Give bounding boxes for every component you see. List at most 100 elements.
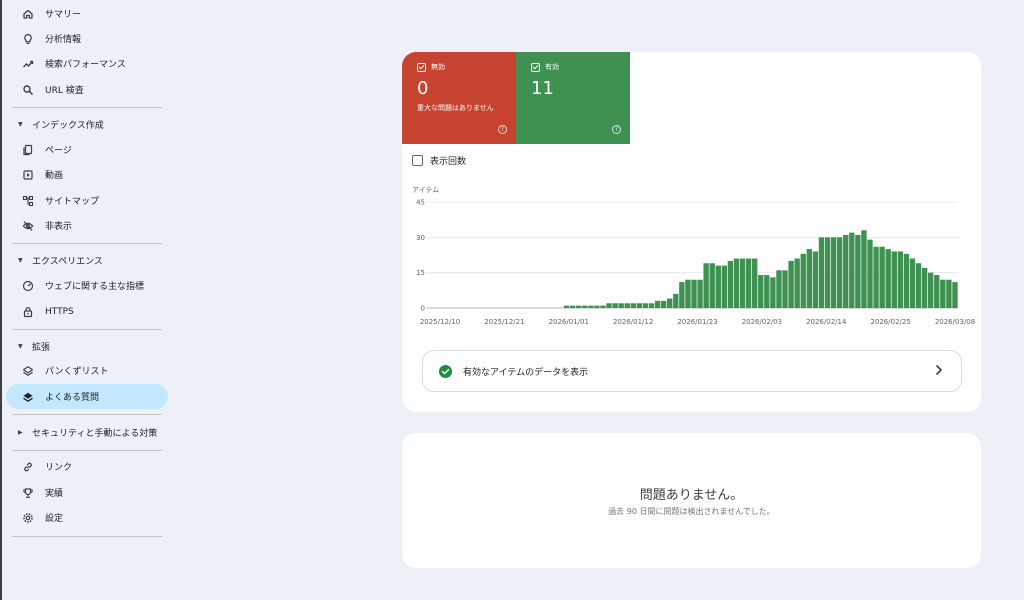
bar [952, 282, 958, 308]
layers-icon [22, 391, 34, 403]
valid-count: 11 [531, 78, 554, 99]
invalid-count: 0 [417, 78, 429, 99]
chevron-right-icon [936, 365, 942, 375]
invalid-label: 無効 [431, 63, 445, 71]
sidebar-item[interactable]: 検索パフォーマンス [6, 51, 168, 76]
bar [733, 258, 740, 308]
sidebar-item[interactable]: ページ [6, 137, 168, 162]
impressions-toggle[interactable]: 表示回数 [412, 154, 466, 167]
bar [606, 303, 612, 308]
bar [818, 237, 825, 308]
bar [903, 253, 910, 308]
sidebar-item[interactable]: サマリー [6, 1, 168, 26]
bar [879, 246, 885, 308]
bar [588, 305, 594, 308]
bar [648, 303, 655, 308]
bar [636, 303, 643, 308]
sidebar-item-label: 非表示 [45, 222, 73, 232]
checkbox-unchecked-icon[interactable] [412, 155, 423, 166]
bar [642, 303, 649, 308]
sidebar-item[interactable]: 設定 [6, 505, 168, 530]
x-tick-label: 2025/12/10 [420, 318, 460, 326]
bar [897, 251, 904, 308]
bar [843, 234, 849, 308]
bar [721, 265, 728, 308]
sidebar-item[interactable]: パンくずリスト [6, 358, 168, 383]
sidebar-section-header[interactable]: ▼ エクスペリエンス [6, 249, 168, 271]
bar [867, 239, 873, 308]
bar [861, 230, 867, 308]
bar [685, 279, 691, 308]
sidebar-item-label: 設定 [45, 514, 64, 524]
bar [752, 258, 758, 308]
bar [697, 279, 703, 308]
impressions-label: 表示回数 [430, 157, 467, 167]
view-valid-items-button[interactable]: 有効なアイテムのデータを表示 [422, 350, 962, 392]
sidebar-section-label: インデックス作成 [32, 120, 104, 131]
valid-label: 有効 [545, 63, 559, 71]
lock-icon [22, 306, 34, 318]
sidebar-item-label: ウェブに関する主な指標 [45, 282, 145, 292]
view-valid-items-label: 有効なアイテムのデータを表示 [463, 367, 589, 378]
sidebar-section-label: 拡張 [32, 342, 51, 353]
sidebar-item-label: 動画 [45, 171, 64, 181]
sitemap-icon [22, 195, 34, 207]
bar [612, 303, 618, 308]
bar [673, 293, 679, 308]
bar [739, 258, 746, 308]
x-tick-label: 2026/02/14 [806, 318, 847, 326]
issues-subtitle: 過去 90 日間に問題は検出されませんでした。 [608, 507, 775, 516]
sidebar-item-label: URL 検査 [45, 86, 84, 96]
sidebar-item[interactable]: 動画 [6, 162, 168, 187]
sidebar-item[interactable]: リンク [6, 454, 168, 479]
sidebar-item-label: ページ [45, 146, 72, 156]
checkbox-checked-icon[interactable] [531, 62, 540, 72]
bar [915, 263, 922, 308]
sidebar-section-header[interactable]: ▼ 拡張 [6, 335, 168, 357]
x-tick-label: 2026/03/08 [935, 318, 975, 326]
sidebar-item-label: サマリー [45, 10, 82, 20]
lightbulb-icon [22, 33, 34, 45]
sidebar-item[interactable]: ウェブに関する主な指標 [6, 273, 168, 298]
checkbox-checked-icon[interactable] [417, 62, 426, 72]
video-icon [22, 169, 34, 181]
bar [836, 237, 843, 308]
x-tick-label: 2025/12/21 [484, 318, 524, 326]
sidebar-item-label: HTTPS [45, 306, 74, 317]
bar [830, 237, 837, 308]
sidebar-item[interactable]: よくある質問 [6, 384, 168, 409]
bar [934, 275, 940, 308]
valid-status-tile[interactable]: 有効 11 ? [516, 52, 630, 144]
invalid-description: 重大な問題はありません [417, 104, 494, 112]
sidebar-item[interactable]: URL 検査 [6, 77, 168, 102]
sidebar-item-label: よくある質問 [45, 393, 100, 403]
bar [928, 272, 934, 308]
sidebar-divider [12, 329, 162, 330]
help-icon[interactable]: ? [498, 125, 507, 134]
bar [921, 267, 928, 308]
issues-title: 問題ありません。 [639, 488, 744, 503]
bar [849, 232, 855, 308]
bar [660, 300, 667, 308]
eye-off-icon [22, 220, 34, 232]
sidebar-item[interactable]: 実績 [6, 480, 168, 505]
bar [667, 298, 673, 308]
bar [745, 258, 752, 308]
sidebar-item[interactable]: サイトマップ [6, 188, 168, 213]
x-tick-label: 2026/01/12 [613, 318, 653, 326]
sidebar-item[interactable]: 非表示 [6, 213, 168, 238]
sidebar-item[interactable]: HTTPS [6, 299, 168, 324]
gauge-icon [22, 280, 34, 292]
sidebar-section-header[interactable]: ▼ インデックス作成 [6, 113, 168, 135]
sidebar-item[interactable]: 分析情報 [6, 26, 168, 51]
sidebar-divider [12, 536, 162, 537]
pages-icon [22, 144, 34, 156]
invalid-status-tile[interactable]: 無効 0 重大な問題はありません ? [402, 52, 516, 144]
home-icon [22, 8, 34, 20]
bar [800, 253, 806, 308]
sidebar-section-header[interactable]: ▶ セキュリティと手動による対策 [6, 421, 168, 443]
bar [812, 251, 819, 308]
help-icon[interactable]: ? [612, 125, 621, 134]
sidebar-divider [12, 450, 162, 451]
sidebar-nav: サマリー分析情報 検索パフォーマンス URL 検査 ▼ インデックス作成ページ動画サイト… [2, 0, 174, 600]
